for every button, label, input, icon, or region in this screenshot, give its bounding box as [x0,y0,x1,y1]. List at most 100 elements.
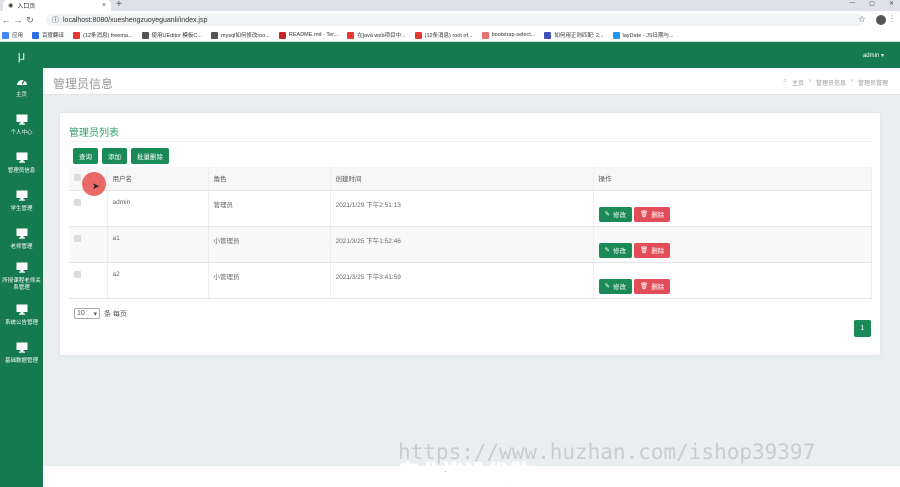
edit-button[interactable]: ✎ 修改 [598,206,632,222]
delete-button[interactable]: 🗑 删除 [633,206,671,222]
row-checkbox[interactable] [74,234,81,242]
chevron-down-icon: ▾ [93,310,97,318]
bookmark-label: bootstrap-select... [491,32,536,38]
caption-text: 专业毕设代做 [397,461,531,487]
col-created: 创建时间 [330,167,594,191]
address-bar: ← → ↻ ⓘ localhost:8080/xueshengzuoyeguan… [0,11,900,29]
url-field[interactable]: ⓘ localhost:8080/xueshengzuoyeguanli/ind… [46,14,864,26]
mouse-pointer-icon: ➤ [92,181,100,191]
breadcrumb-home[interactable]: 主页 [792,78,804,87]
add-button[interactable]: 添加 [102,148,127,164]
page-size-suffix: 条 每页 [104,310,127,318]
sidebar-item[interactable]: 系统公告管理 [0,296,43,334]
bookmark-label: 应用 [12,33,24,39]
admin-list-card: 管理员列表 查询 添加 批量删除 用户名 角色 创建时间 操作 admin 管理员… [60,113,880,355]
globe-icon: ◉ [8,3,14,9]
page-size-select[interactable]: 10 ▾ [74,308,100,319]
sidebar-item[interactable]: 基础数据管理 [0,334,43,372]
cell-created: 2021/3/25 下午1:52:46 [330,226,594,263]
col-actions: 操作 [593,167,872,191]
back-icon[interactable]: ← [0,15,12,25]
bookmark-item[interactable]: 使用UEditor 模板C... [141,31,202,39]
row-select-cell [69,226,108,263]
user-menu[interactable]: admin ▾ [863,52,884,59]
page-number-button[interactable]: 1 [854,320,871,337]
bookmark-item[interactable]: README.md · Ter... [278,31,339,39]
minimize-icon[interactable]: — [849,0,855,7]
bookmark-label: mysql如何修改roo... [220,33,270,39]
breadcrumb-section[interactable]: 管理员信息 [816,78,846,87]
bookmark-item[interactable]: 如何用正则匹配: 2... [544,31,604,39]
cell-username: admin [107,190,209,227]
bookmark-label: 使用UEditor 模板C... [151,33,202,39]
delete-button[interactable]: 🗑 删除 [633,242,671,258]
close-window-icon[interactable]: ✕ [889,0,894,7]
edit-button[interactable]: ✎ 修改 [598,278,632,294]
sidebar-item[interactable]: 所授课程老师关系管理 [0,258,43,296]
bookmark-label: 百度翻译 [42,33,65,39]
col-role: 角色 [208,167,331,191]
close-tab-icon[interactable]: × [102,2,106,9]
bookmark-item[interactable]: bootstrap-select... [481,31,536,39]
page-size-control: 10 ▾ 条 每页 [74,308,127,319]
info-icon: ⓘ [52,17,59,24]
sidebar-item[interactable]: 个人中心 [0,106,43,144]
page-title: 管理员信息 [53,77,114,91]
monitor-icon [16,342,28,356]
monitor-icon [16,304,28,318]
bookmark-label: 如何用正则匹配: 2... [554,33,604,39]
sidebar-item-label: 管理员信息 [7,167,36,174]
maximize-icon[interactable]: ▢ [869,0,875,7]
table-row: admin 管理员 2021/1/29 下午2:51:13 ✎ 修改 🗑 删除 [69,190,872,227]
cell-created: 2021/1/29 下午2:51:13 [330,190,594,227]
new-tab-button[interactable]: + [116,0,122,10]
bookmark-label: layDate - JS日期与... [622,33,674,39]
reload-icon[interactable]: ↻ [24,15,36,26]
breadcrumb-current: 管理员管理 [857,81,888,87]
bookmark-item[interactable]: 百度翻译 [32,31,64,39]
sidebar-item-label: 个人中心 [10,129,33,136]
sidebar-item[interactable]: 老师管理 [0,220,43,258]
trash-icon: 🗑 [639,247,649,254]
bookmark-item[interactable]: mysql如何修改roo... [210,31,270,39]
edit-icon: ✎ [604,283,610,290]
table-row: a2 小管理员 2021/3/25 下午3:41:59 ✎ 修改 🗑 删除 [69,262,872,299]
bookmark-item[interactable]: layDate - JS日期与... [612,31,674,39]
bookmark-item[interactable]: (12条消息) freema... [73,31,133,39]
row-checkbox[interactable] [74,270,81,278]
row-checkbox[interactable] [74,198,81,206]
query-button[interactable]: 查询 [73,148,98,164]
profile-avatar[interactable] [876,15,886,25]
cell-actions: ✎ 修改 🗑 删除 [593,262,872,299]
browser-tab[interactable]: ◉ 入口页 × [3,0,111,11]
bookmark-item[interactable]: (12条消息) root of... [414,31,473,39]
trash-icon: 🗑 [639,211,649,218]
dashboard-icon [16,76,28,90]
col-username: 用户名 [107,167,209,191]
bookmark-label: README.md · Ter... [288,32,339,38]
sidebar: μ 主页 个人中心 管理员信息 学生管理 老师管理 所授课程老师关系管理 系统公告管理 基础数… [0,42,43,487]
monitor-icon [16,228,28,242]
bookmark-favicon-icon [73,31,81,39]
bookmark-item[interactable]: 在java web项目中... [347,31,406,39]
bookmark-item[interactable]: 应用 [2,31,23,39]
bookmark-star-icon[interactable]: ☆ [858,14,866,25]
delete-button[interactable]: 🗑 删除 [633,278,671,294]
cell-role: 小管理员 [208,226,331,263]
select-all-checkbox[interactable] [74,173,81,181]
trash-icon: 🗑 [639,283,649,290]
monitor-icon [16,114,28,128]
sidebar-item[interactable]: 管理员信息 [0,144,43,182]
table-header-row: 用户名 角色 创建时间 操作 [69,167,872,191]
menu-icon[interactable]: ⋮ [888,14,896,23]
bookmark-favicon-icon [210,31,218,39]
bookmark-favicon-icon [141,31,149,39]
bookmark-favicon-icon [347,31,355,39]
forward-icon[interactable]: → [12,15,24,25]
row-select-cell [69,262,108,299]
batch-delete-button[interactable]: 批量删除 [131,148,169,164]
sidebar-item[interactable]: 主页 [0,68,43,106]
edit-button[interactable]: ✎ 修改 [598,242,632,258]
sidebar-item[interactable]: 学生管理 [0,182,43,220]
bookmark-favicon-icon [2,31,9,39]
